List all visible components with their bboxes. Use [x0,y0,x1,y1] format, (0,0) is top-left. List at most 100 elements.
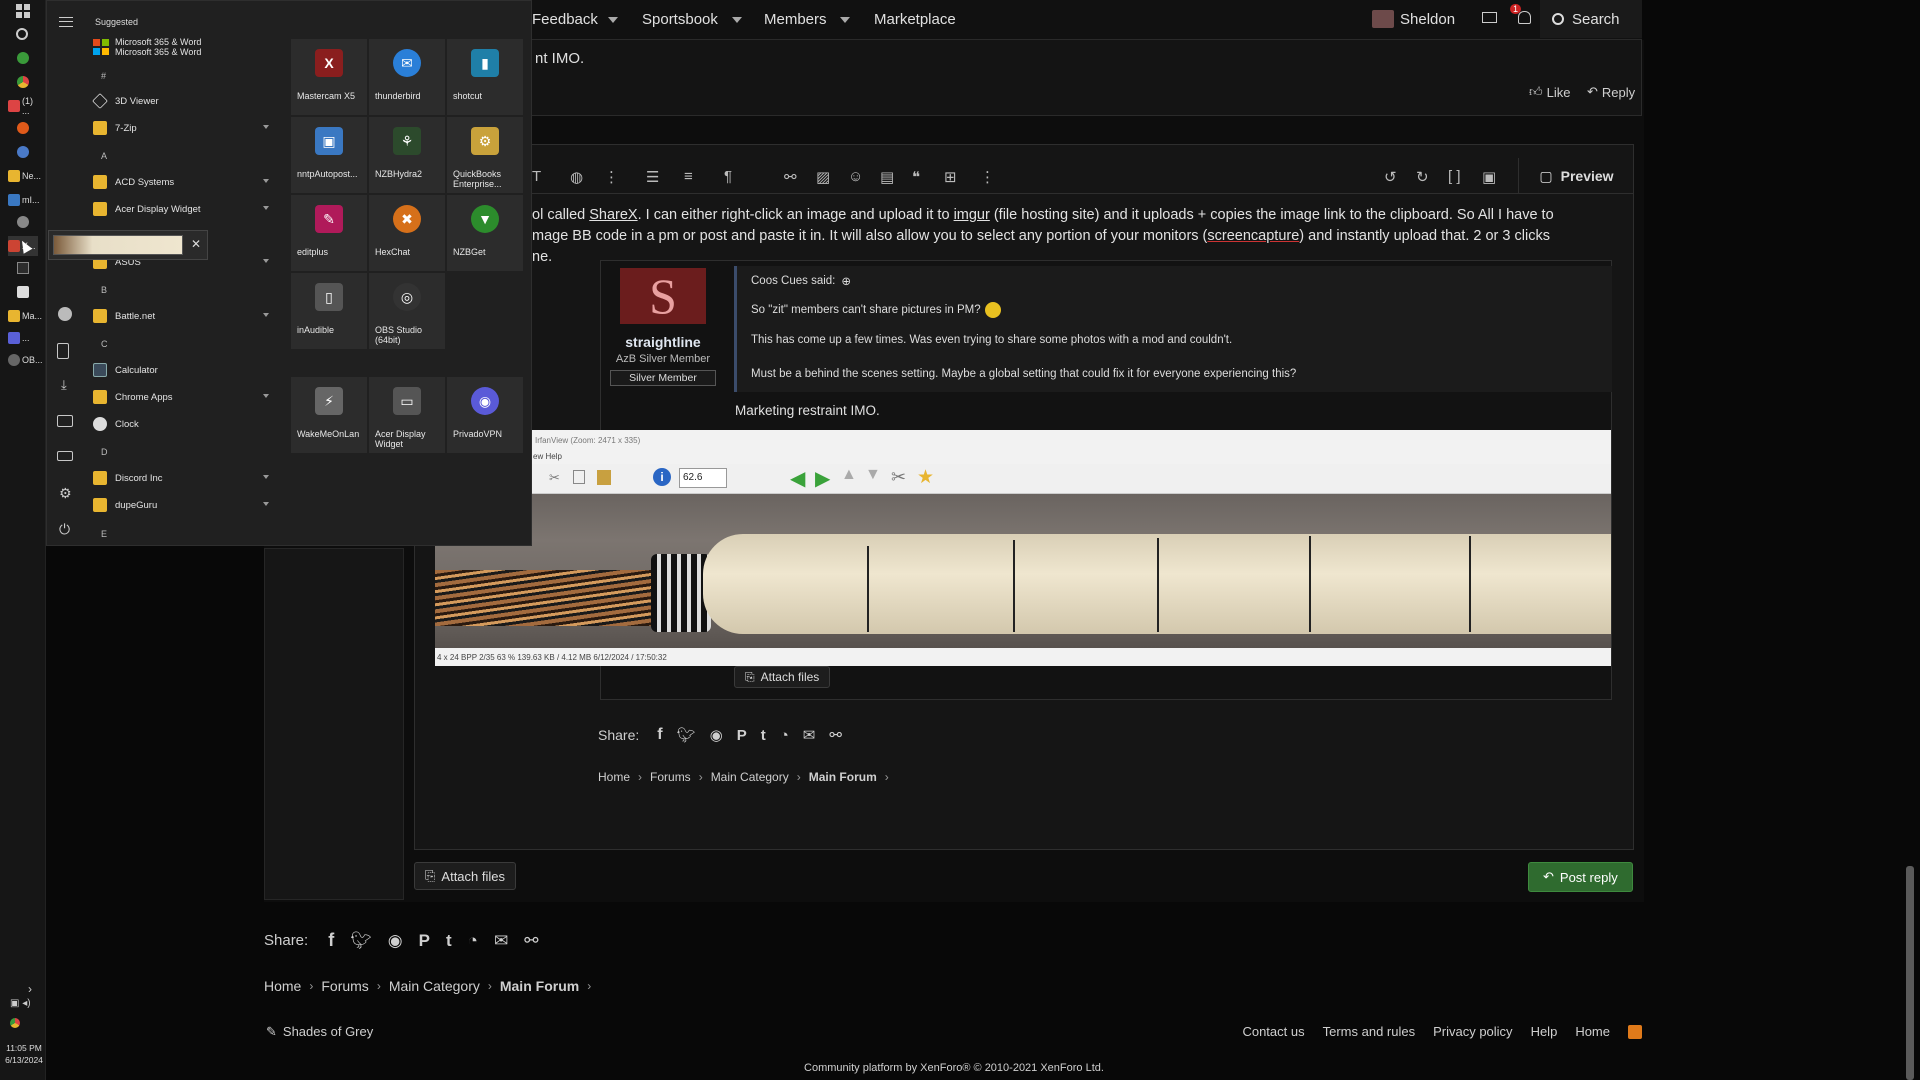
page-scrollbar[interactable] [1906,866,1914,1080]
footer-contact-us[interactable]: Contact us [1242,1024,1304,1039]
align-icon[interactable]: ≡ [684,168,693,185]
chevron-down-icon[interactable] [608,17,618,23]
letter-header[interactable]: C [101,339,108,349]
app-dupeguru[interactable]: dupeGuru [93,494,273,516]
tile-wakemeonlan[interactable]: ⚡ WakeMeOnLan [291,377,367,453]
taskbar-thumbnail-preview[interactable]: ✕ [48,230,208,260]
nav-feedback[interactable]: Feedback [532,11,598,28]
crumb-forums[interactable]: Forums [650,770,691,784]
app-icon[interactable] [17,52,29,64]
pinterest-icon[interactable]: P [737,727,747,744]
chevron-right-icon[interactable]: › [28,982,32,996]
search-button[interactable]: Search [1540,0,1642,38]
search-icon[interactable] [16,28,28,40]
tile-obs-studio[interactable]: ◎ OBS Studio (64bit) [369,273,445,349]
taskbar-item[interactable]: Ne... [8,166,41,186]
more-options-icon[interactable]: ⋮ [980,168,995,186]
tile-nzbhydra2[interactable]: ⚘ NZBHydra2 [369,117,445,193]
crumb-main-forum[interactable]: Main Forum [809,770,877,784]
drafts-icon[interactable]: ▣ [1482,168,1496,186]
tile-privadovpn[interactable]: ◉ PrivadoVPN [447,377,523,453]
list-icon[interactable]: ☰ [646,168,659,186]
smiley-icon[interactable]: ☺ [848,168,863,185]
app-icon[interactable] [17,122,29,134]
link-icon[interactable]: ⚯ [829,726,842,744]
downloads-icon[interactable]: ⤓ [61,377,67,393]
windows-start-icon[interactable] [16,4,30,18]
app-icon[interactable] [17,286,29,298]
text-size-icon[interactable]: T [532,168,541,185]
power-icon[interactable]: ⏻ [59,521,70,538]
quote-username[interactable]: straightline [600,334,726,350]
sharex-link[interactable]: ShareX [589,207,637,223]
twitter-icon[interactable]: 🐦︎ [350,931,372,951]
documents-icon[interactable] [57,343,69,359]
bell-icon[interactable] [1518,11,1531,24]
tile-editplus[interactable]: ✎ editplus [291,195,367,271]
facebook-icon[interactable]: f [328,930,334,951]
taskbar-item[interactable]: mI... [8,190,40,210]
nav-sportsbook[interactable]: Sportsbook [642,11,718,28]
taskbar-item[interactable]: OB... [8,350,43,370]
media-icon[interactable]: ▤ [880,168,894,186]
footer-help[interactable]: Help [1531,1024,1558,1039]
letter-header[interactable]: D [101,447,108,457]
tile-mastercam[interactable]: X Mastercam X5 [291,39,367,115]
imgur-link[interactable]: imgur [954,207,990,223]
reddit-icon[interactable]: ◉ [388,931,403,951]
quote-attach-files-button[interactable]: ⎘ Attach files [734,666,831,688]
attach-files-button[interactable]: ⎘ Attach files [414,862,516,890]
tile-nzbget[interactable]: ▼ NZBGet [447,195,523,271]
app-icon[interactable] [17,262,29,274]
crumb-main-forum[interactable]: Main Forum [500,978,579,994]
nav-members[interactable]: Members [764,11,827,28]
app-7-zip[interactable]: 7-Zip [93,117,273,139]
tile-hexchat[interactable]: ✖ HexChat [369,195,445,271]
speaker-icon[interactable]: ▣ ◂) [10,998,36,1010]
paragraph-icon[interactable]: ¶ [724,168,732,185]
letter-header[interactable]: # [101,71,106,81]
preview-button[interactable]: ▢ Preview [1518,158,1634,194]
app-chrome-apps[interactable]: Chrome Apps [93,386,273,408]
email-icon[interactable]: ✉ [803,726,816,744]
suggested-app[interactable]: Microsoft 365 & Word Microsoft 365 & Wor… [93,37,201,57]
footer-home[interactable]: Home [1575,1024,1610,1039]
screencapture-link[interactable]: screencapture [1207,228,1299,244]
envelope-icon[interactable] [1482,12,1497,23]
whatsapp-icon[interactable]: ◔ [780,727,789,744]
table-icon[interactable]: ⊞ [944,168,957,186]
redo-icon[interactable]: ↻ [1416,168,1429,186]
tile-nntpautopost[interactable]: ▣ nntpAutopost... [291,117,367,193]
crumb-home[interactable]: Home [264,978,301,994]
palette-icon[interactable]: ◍ [570,168,583,186]
taskbar-item[interactable]: Ma... [8,306,42,326]
taskbar-item[interactable]: ... [8,328,38,348]
tile-quickbooks[interactable]: ⚙ QuickBooks Enterprise... [447,117,523,193]
crumb-main-category[interactable]: Main Category [389,978,480,994]
footer-privacy[interactable]: Privacy policy [1433,1024,1512,1039]
whatsapp-icon[interactable]: ◔ [468,931,478,951]
tumblr-icon[interactable]: t [761,727,766,744]
tile-acer-display-widget[interactable]: ▭ Acer Display Widget [369,377,445,453]
nav-marketplace[interactable]: Marketplace [874,11,956,28]
chrome-icon[interactable] [10,1018,20,1028]
quote-icon[interactable]: ❝ [912,168,920,186]
taskbar-item[interactable]: (1) ... [8,96,38,116]
letter-header[interactable]: B [101,285,107,295]
hamburger-icon[interactable] [59,17,73,27]
email-icon[interactable]: ✉ [494,931,508,951]
avatar[interactable]: S [620,268,706,324]
letter-header[interactable]: E [101,529,107,539]
rss-icon[interactable] [1628,1024,1642,1039]
tumblr-icon[interactable]: t [446,931,452,951]
app-acd-systems[interactable]: ACD Systems [93,171,273,193]
app-clock[interactable]: Clock [93,413,273,435]
tile-shotcut[interactable]: ▮ shotcut [447,39,523,115]
link-icon[interactable]: ⚯ [524,931,538,951]
app-calculator[interactable]: Calculator [93,359,273,381]
chevron-down-icon[interactable] [840,17,850,23]
tile-thunderbird[interactable]: ✉ thunderbird [369,39,445,115]
settings-icon[interactable]: ⚙ [59,485,72,502]
user-avatar-icon[interactable] [58,307,72,321]
chevron-down-icon[interactable] [732,17,742,23]
